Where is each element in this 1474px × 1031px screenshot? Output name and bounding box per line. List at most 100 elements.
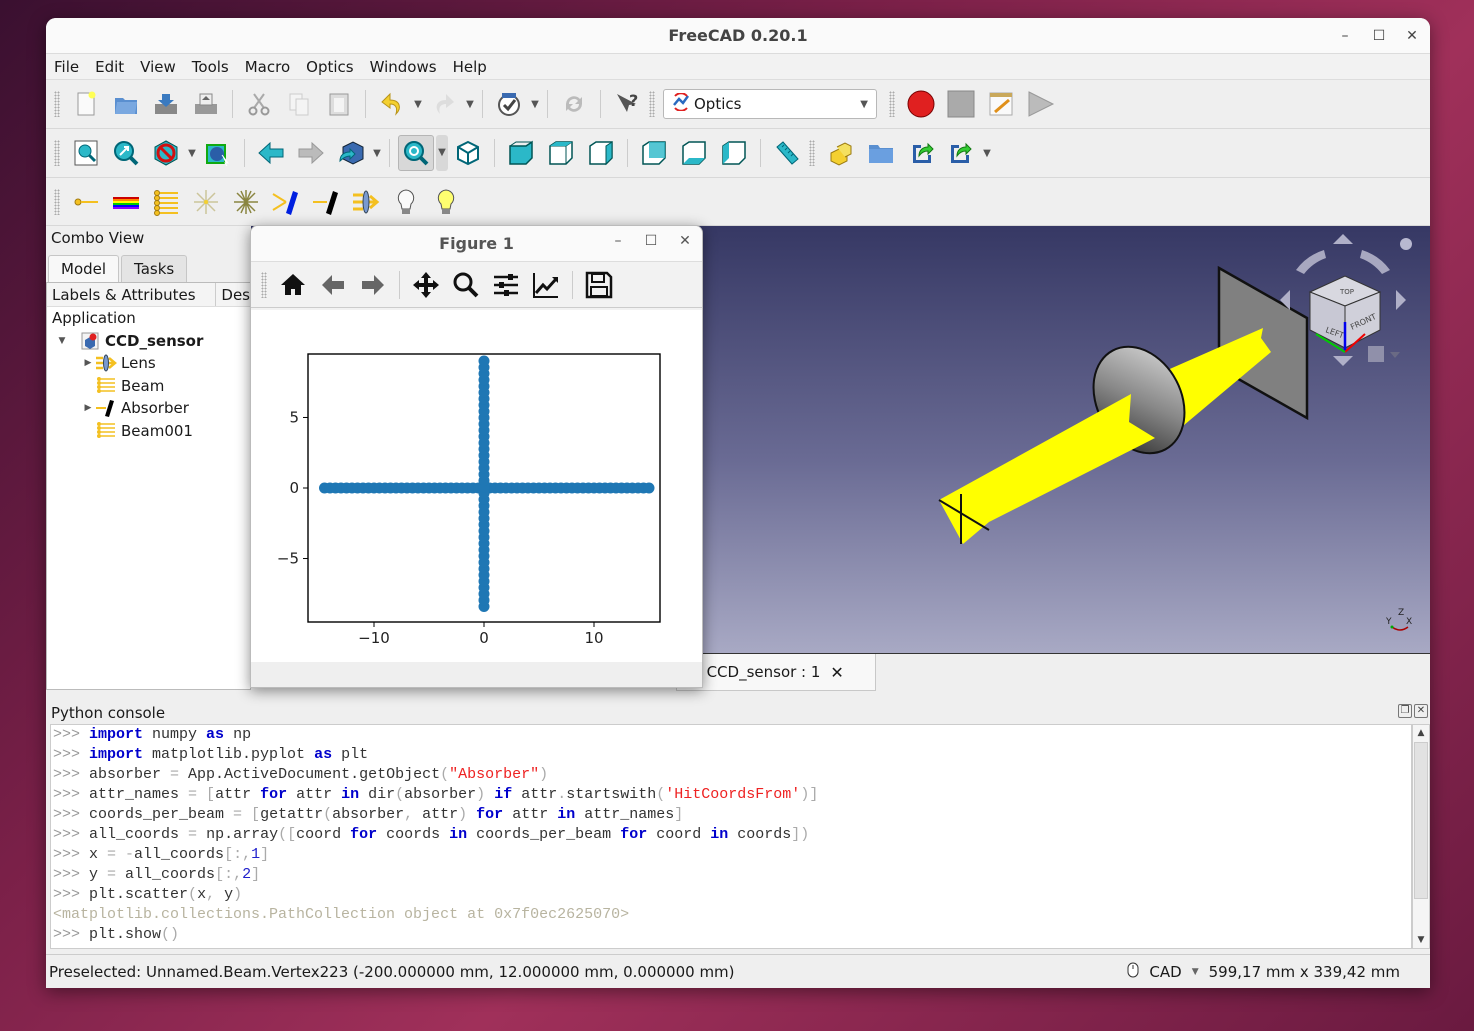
rotate-right-arrow[interactable] (1396, 290, 1406, 310)
maximize-button[interactable]: ☐ (1366, 24, 1392, 48)
tree-item-beam[interactable]: Beam (47, 375, 250, 398)
rotate-ccw-arrow[interactable] (1296, 250, 1326, 274)
back-arrow-icon[interactable] (313, 265, 353, 305)
menu-view[interactable]: View (138, 58, 178, 76)
pan-icon[interactable] (406, 265, 446, 305)
mirror-icon[interactable] (268, 184, 304, 220)
undo-dropdown[interactable]: ▼ (412, 99, 424, 110)
recompute-icon[interactable] (556, 86, 592, 122)
std-view-dropdown[interactable]: ▼ (371, 148, 383, 159)
edit-axis-icon[interactable] (526, 265, 566, 305)
left-icon[interactable] (716, 135, 752, 171)
open-icon[interactable] (108, 86, 144, 122)
tab-tasks[interactable]: Tasks (121, 255, 188, 282)
forward-icon[interactable] (293, 135, 329, 171)
fit-all-icon[interactable] (68, 135, 104, 171)
save-figure-icon[interactable] (579, 265, 619, 305)
navigation-style[interactable]: CAD (1149, 963, 1181, 981)
toolbar-grip[interactable] (54, 91, 60, 117)
refresh-icon[interactable] (491, 86, 527, 122)
draw-style-icon[interactable] (148, 135, 184, 171)
redo-dropdown[interactable]: ▼ (464, 99, 476, 110)
std-view-icon[interactable] (398, 135, 434, 171)
link-icon[interactable] (903, 135, 939, 171)
menu-file[interactable]: File (52, 58, 81, 76)
rotate-up-arrow[interactable] (1333, 234, 1353, 244)
forward-arrow-icon[interactable] (353, 265, 393, 305)
rotate-left-arrow[interactable] (1280, 290, 1290, 310)
sync-view-icon[interactable] (333, 135, 369, 171)
edit-macro-icon[interactable] (983, 86, 1019, 122)
draw-style-dropdown[interactable]: ▼ (186, 148, 198, 159)
menu-optics[interactable]: Optics (304, 58, 355, 76)
copy-icon[interactable] (281, 86, 317, 122)
radial-beam-icon[interactable] (228, 184, 264, 220)
figure-minimize-button[interactable]: – (607, 233, 629, 249)
scroll-down-icon[interactable]: ▼ (1413, 932, 1429, 948)
lamp-on-icon[interactable] (428, 184, 464, 220)
minimize-button[interactable]: – (1332, 24, 1358, 48)
home-icon[interactable] (273, 265, 313, 305)
fit-selection-icon[interactable] (108, 135, 144, 171)
figure-close-button[interactable]: ✕ (674, 233, 696, 249)
save-icon[interactable] (148, 86, 184, 122)
toolbar-grip[interactable] (261, 271, 267, 298)
stop-macro-icon[interactable] (943, 86, 979, 122)
close-tab-icon[interactable]: ✕ (830, 663, 843, 682)
navigation-cube[interactable]: LEFT FRONT TOP (1268, 230, 1418, 370)
paste-icon[interactable] (321, 86, 357, 122)
tree-item-beam001[interactable]: Beam001 (47, 420, 250, 443)
bounding-box-icon[interactable] (200, 135, 236, 171)
tree-item-lens[interactable]: ▶ Lens (47, 352, 250, 375)
new-document-icon[interactable] (68, 86, 104, 122)
lamp-off-icon[interactable] (388, 184, 424, 220)
lens-icon[interactable] (348, 184, 384, 220)
nav-style-dropdown[interactable]: ▼ (1192, 967, 1199, 977)
right-icon[interactable] (583, 135, 619, 171)
redo-icon[interactable] (426, 86, 462, 122)
figure-maximize-button[interactable]: ☐ (640, 233, 662, 249)
record-macro-icon[interactable] (903, 86, 939, 122)
view-menu-dropdown[interactable]: ▼ (436, 135, 448, 171)
toolbar-grip[interactable] (809, 140, 815, 166)
toolbar-grip[interactable] (54, 188, 60, 215)
expand-arrow-icon[interactable]: ▶ (81, 403, 95, 413)
run-macro-icon[interactable] (1023, 86, 1059, 122)
bottom-icon[interactable] (676, 135, 712, 171)
close-button[interactable]: ✕ (1399, 24, 1425, 48)
view-menu-cube[interactable] (1368, 346, 1384, 362)
front-icon[interactable] (503, 135, 539, 171)
tab-model[interactable]: Model (48, 255, 120, 282)
isometric-icon[interactable] (450, 135, 486, 171)
cut-icon[interactable] (241, 86, 277, 122)
figure-canvas[interactable]: −10 0 10 −5 0 5 (251, 310, 702, 662)
column-labels[interactable]: Labels & Attributes (47, 283, 217, 306)
recompute-dropdown[interactable]: ▼ (529, 99, 541, 110)
link-actions-dropdown[interactable]: ▼ (981, 148, 993, 159)
toolbar-grip[interactable] (889, 91, 895, 117)
top-icon[interactable] (543, 135, 579, 171)
rotate-down-arrow[interactable] (1333, 356, 1353, 366)
console-scrollbar[interactable]: ▲ ▼ (1412, 724, 1430, 949)
measure-icon[interactable] (769, 135, 805, 171)
float-panel-icon[interactable]: ❐ (1398, 704, 1412, 718)
document-tab[interactable]: ✱ CCD_sensor : 1 ✕ (676, 654, 876, 691)
scroll-up-icon[interactable]: ▲ (1413, 725, 1429, 741)
menu-macro[interactable]: Macro (243, 58, 292, 76)
column-description[interactable]: Des (216, 283, 250, 306)
absorber-icon[interactable] (308, 184, 344, 220)
expand-arrow-icon[interactable]: ▶ (81, 358, 95, 368)
toolbar-grip[interactable] (54, 140, 60, 166)
link-actions-icon[interactable] (943, 135, 979, 171)
configure-subplots-icon[interactable] (486, 265, 526, 305)
nav-menu-dot[interactable] (1400, 238, 1412, 250)
whats-this-icon[interactable]: ? (609, 86, 645, 122)
save-as-icon[interactable] (188, 86, 224, 122)
toolbar-grip[interactable] (649, 91, 655, 117)
point-source-icon[interactable] (188, 184, 224, 220)
close-panel-icon[interactable]: ✕ (1414, 704, 1428, 718)
undo-icon[interactable] (374, 86, 410, 122)
rotate-cw-arrow[interactable] (1360, 250, 1390, 274)
scrollbar-thumb[interactable] (1414, 742, 1428, 899)
beam-spectrum-icon[interactable] (108, 184, 144, 220)
